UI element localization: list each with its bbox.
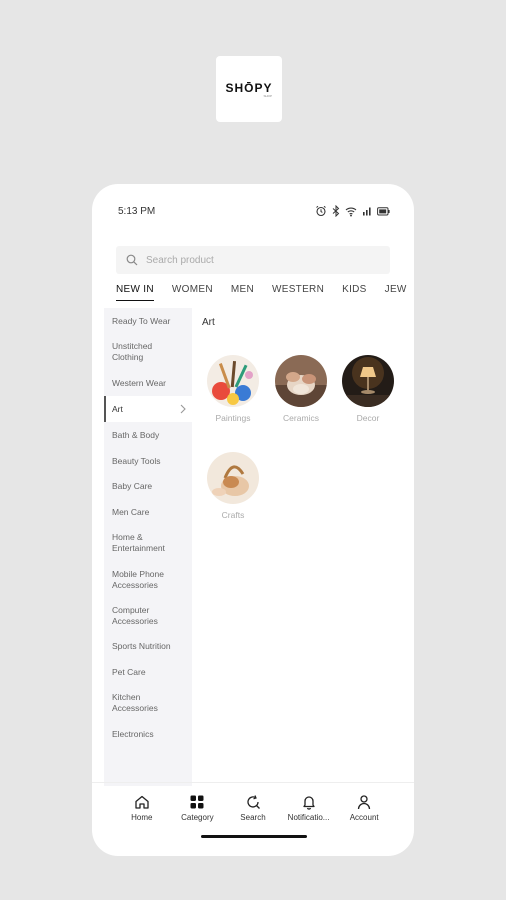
sidebar-item-bath-body[interactable]: Bath & Body bbox=[104, 422, 192, 448]
sidebar-item-label: Western Wear bbox=[112, 377, 167, 388]
tab-men[interactable]: MEN bbox=[231, 282, 254, 300]
sidebar-item-ready-to-wear[interactable]: Ready To Wear bbox=[104, 308, 192, 334]
logo-subtext: SHOP bbox=[263, 93, 272, 98]
category-label: Decor bbox=[356, 413, 380, 423]
sidebar-item-unstitched-clothing[interactable]: Unstitched Clothing bbox=[104, 334, 192, 370]
sidebar-item-beauty-tools[interactable]: Beauty Tools bbox=[104, 448, 192, 474]
nav-home[interactable]: Home bbox=[116, 784, 168, 834]
sidebar-item-label: Beauty Tools bbox=[112, 455, 161, 466]
sidebar-item-label: Electronics bbox=[112, 728, 154, 739]
tab-kids[interactable]: KIDS bbox=[342, 282, 367, 300]
bell-icon bbox=[302, 796, 315, 810]
category-paintings[interactable]: Paintings bbox=[203, 355, 263, 423]
nav-category[interactable]: Category bbox=[171, 784, 223, 834]
search-refresh-icon bbox=[247, 795, 260, 809]
home-icon bbox=[135, 795, 149, 809]
alarm-icon bbox=[316, 205, 326, 217]
sidebar-item-western-wear[interactable]: Western Wear bbox=[104, 370, 192, 396]
section-title: Art bbox=[202, 317, 215, 328]
battery-icon bbox=[377, 206, 390, 215]
sidebar-item-label: Art bbox=[112, 403, 123, 414]
status-time: 5:13 PM bbox=[118, 206, 156, 217]
category-label: Paintings bbox=[215, 413, 251, 423]
sidebar-item-kitchen-accessories[interactable]: Kitchen Accessories bbox=[104, 685, 192, 721]
sidebar-item-label: Unstitched Clothing bbox=[112, 341, 153, 362]
sidebar-item-label: Mobile Phone Accessories bbox=[112, 568, 164, 590]
sidebar-item-men-care[interactable]: Men Care bbox=[104, 499, 192, 525]
nav-account[interactable]: Account bbox=[338, 784, 390, 834]
nav-search[interactable]: Search bbox=[227, 784, 279, 834]
grid-icon bbox=[190, 795, 204, 809]
nav-label: Category bbox=[181, 813, 214, 822]
bottom-nav-divider bbox=[92, 782, 414, 783]
sidebar-item-label: Sports Nutrition bbox=[112, 641, 171, 651]
search-input[interactable] bbox=[144, 253, 368, 267]
sidebar-item-sports-nutrition[interactable]: Sports Nutrition bbox=[104, 634, 192, 659]
nav-label: Home bbox=[131, 813, 153, 822]
sidebar-item-computer-accessories[interactable]: Computer Accessories bbox=[104, 598, 192, 634]
tab-new-in[interactable]: NEW IN bbox=[116, 282, 154, 301]
search-bar[interactable] bbox=[116, 246, 390, 274]
decor-lamp-thumbnail bbox=[342, 355, 394, 407]
nav-notifications[interactable]: Notificatio... bbox=[283, 784, 335, 834]
phone-frame: 5:13 PM NEW IN WOMEN MEN WESTERN KIDS JE… bbox=[92, 184, 414, 856]
status-bar: 5:13 PM bbox=[92, 184, 414, 240]
nav-label: Search bbox=[240, 813, 266, 822]
category-tabs: NEW IN WOMEN MEN WESTERN KIDS JEW bbox=[116, 282, 414, 306]
category-ceramics[interactable]: Ceramics bbox=[271, 355, 331, 423]
sidebar-item-label: Men Care bbox=[112, 506, 150, 517]
category-label: Ceramics bbox=[283, 413, 319, 423]
sidebar-item-label: Pet Care bbox=[112, 666, 146, 677]
nav-label: Account bbox=[349, 813, 379, 822]
chevron-right-icon bbox=[180, 404, 186, 414]
app-logo: SHŌPY SHOP bbox=[216, 56, 282, 122]
bottom-navigation: Home Category Search Notificatio... Acco… bbox=[92, 784, 414, 834]
sidebar-item-label: Ready To Wear bbox=[112, 315, 171, 326]
sidebar-item-label: Kitchen Accessories bbox=[112, 692, 158, 713]
user-icon bbox=[358, 795, 371, 810]
sidebar-item-baby-care[interactable]: Baby Care bbox=[104, 474, 192, 499]
tab-women[interactable]: WOMEN bbox=[172, 282, 213, 300]
category-sidebar: Ready To Wear Unstitched Clothing Wester… bbox=[104, 308, 192, 786]
bluetooth-icon bbox=[332, 205, 340, 217]
category-decor[interactable]: Decor bbox=[338, 355, 398, 423]
sidebar-item-label: Bath & Body bbox=[112, 429, 160, 440]
nav-label: Notificatio... bbox=[287, 813, 330, 822]
home-indicator bbox=[201, 835, 307, 838]
ceramics-thumbnail bbox=[275, 355, 327, 407]
category-label: Crafts bbox=[221, 510, 245, 520]
sidebar-item-mobile-phone-accessories[interactable]: Mobile Phone Accessories bbox=[104, 561, 192, 598]
category-crafts[interactable]: Crafts bbox=[203, 452, 263, 520]
tab-western[interactable]: WESTERN bbox=[272, 282, 324, 300]
crafts-thumbnail bbox=[207, 452, 259, 504]
wifi-icon bbox=[345, 207, 357, 216]
signal-icon bbox=[363, 207, 371, 216]
tab-jewellery[interactable]: JEW bbox=[385, 282, 407, 300]
status-icons bbox=[315, 205, 390, 217]
sidebar-item-pet-care[interactable]: Pet Care bbox=[104, 659, 192, 685]
sidebar-item-label: Baby Care bbox=[112, 481, 153, 491]
sidebar-item-home-entertainment[interactable]: Home & Entertainment bbox=[104, 525, 192, 561]
logo-text: SHŌPY bbox=[225, 80, 273, 95]
sidebar-item-label: Computer Accessories bbox=[112, 605, 158, 626]
sidebar-item-art[interactable]: Art bbox=[104, 396, 192, 422]
search-icon bbox=[126, 254, 138, 266]
paintings-thumbnail bbox=[207, 355, 259, 407]
sidebar-item-electronics[interactable]: Electronics bbox=[104, 721, 192, 747]
sidebar-item-label: Home & Entertainment bbox=[112, 532, 165, 553]
